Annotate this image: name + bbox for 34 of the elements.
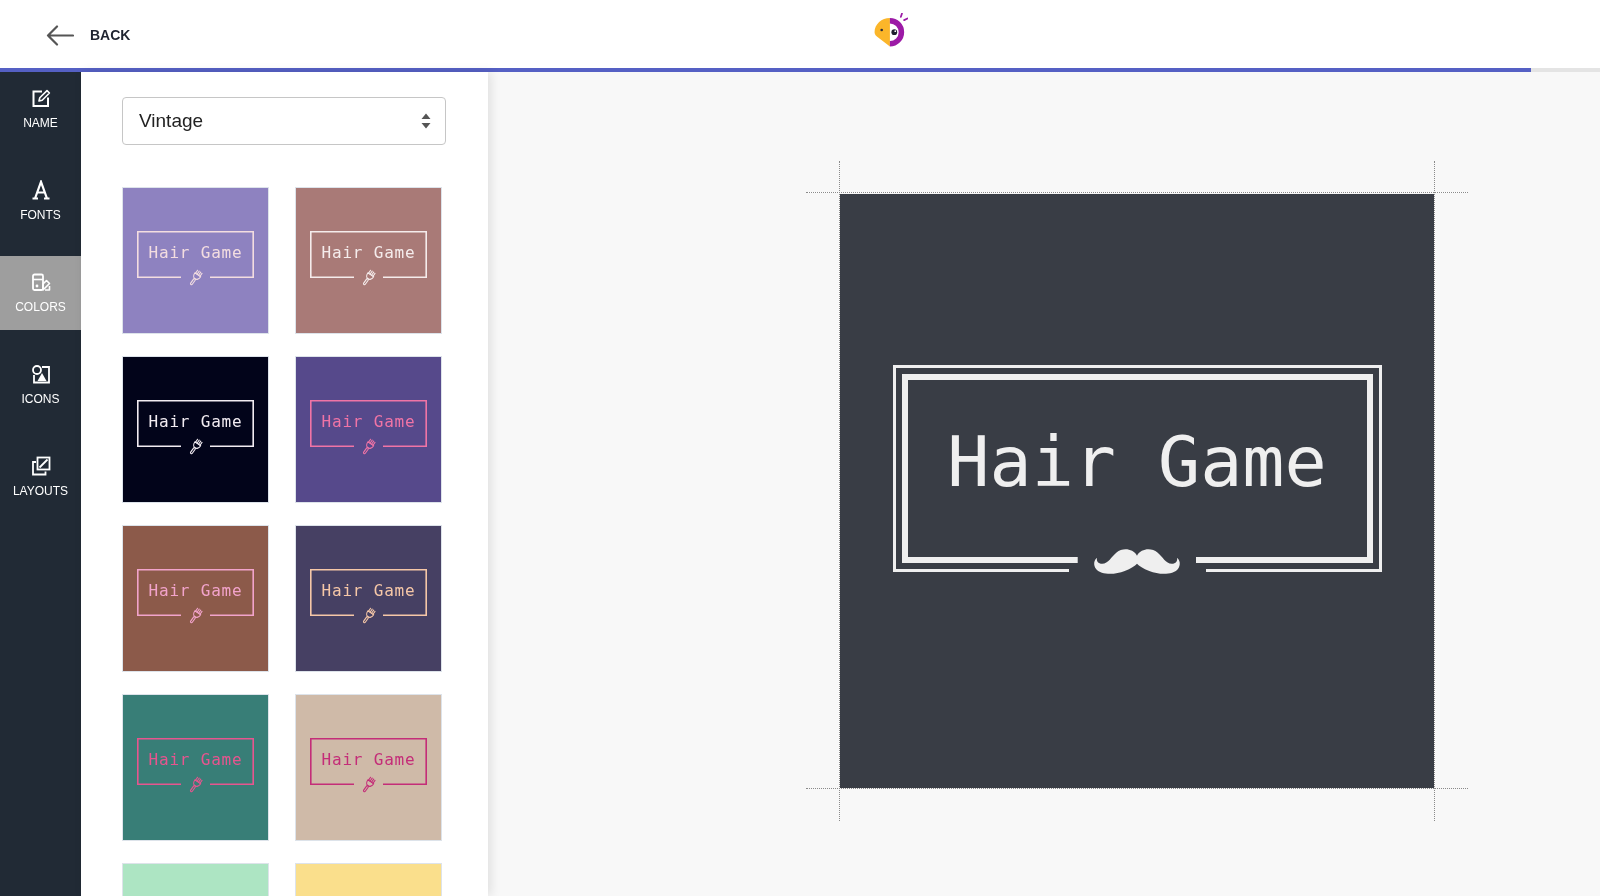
- logo-text: Hair Game: [148, 750, 243, 770]
- layout-icon: [30, 456, 51, 476]
- logo-text: Hair Game: [321, 412, 416, 432]
- swatch-icon: [30, 272, 51, 292]
- sidebar-item[interactable]: LAYOUTS: [0, 440, 81, 514]
- font-icon: [30, 180, 51, 200]
- sidebar-item[interactable]: ICONS: [0, 348, 81, 422]
- hairbrush-icon: [361, 437, 376, 456]
- logo-text: Hair Game: [148, 581, 243, 601]
- sort-caret-icon: [421, 113, 431, 129]
- shapes-icon: [30, 364, 51, 384]
- color-scheme-tile[interactable]: Hair Game: [295, 525, 442, 672]
- arrow-left-icon: [46, 24, 74, 46]
- style-select[interactable]: Vintage: [122, 97, 446, 145]
- logo-text: Hair Game: [321, 750, 416, 770]
- logo-text: Hair Game: [148, 243, 243, 263]
- back-button[interactable]: BACK: [46, 24, 131, 46]
- hairbrush-icon: [188, 606, 203, 625]
- mustache-icon: [1093, 546, 1181, 576]
- hairbrush-icon: [361, 268, 376, 287]
- hairbrush-icon: [188, 268, 203, 287]
- hairbrush-icon: [361, 775, 376, 794]
- hairbrush-icon: [361, 606, 376, 625]
- logo-text: Hair Game: [321, 581, 416, 601]
- bird-logo-icon: [874, 13, 908, 47]
- logo-text: Hair Game: [947, 422, 1327, 502]
- edit-icon: [30, 88, 51, 108]
- color-scheme-tile[interactable]: Hair Game: [122, 356, 269, 503]
- sidebar-item[interactable]: FONTS: [0, 164, 81, 238]
- logo-text: Hair Game: [321, 243, 416, 263]
- hairbrush-icon: [188, 775, 203, 794]
- logo-text: Hair Game: [148, 412, 243, 432]
- hairbrush-icon: [188, 437, 203, 456]
- sidebar-item[interactable]: NAME: [0, 72, 81, 146]
